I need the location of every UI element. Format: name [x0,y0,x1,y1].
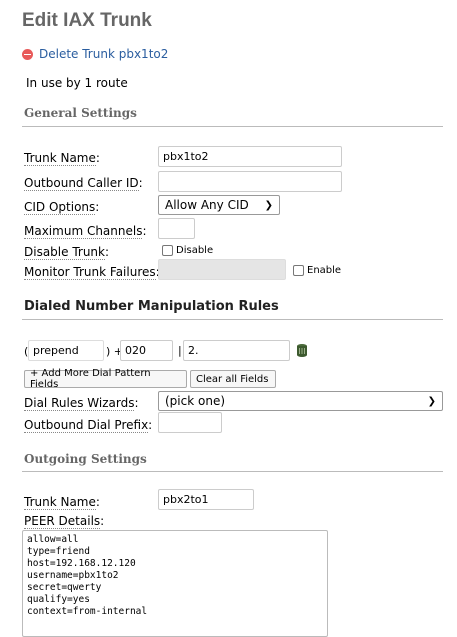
usage-text: In use by 1 route [26,76,128,90]
clear-all-fields-button[interactable]: Clear all Fields [190,370,276,388]
outgoing-settings-divider [22,471,443,472]
outbound-dial-prefix-label: Outbound Dial Prefix: [24,418,153,433]
chevron-down-icon: ❯ [264,199,273,211]
maximum-channels-label: Maximum Channels: [24,224,147,239]
monitor-trunk-failures-label: Monitor Trunk Failures: [24,265,160,280]
outbound-caller-id-input[interactable] [158,171,342,192]
prepend-input[interactable] [28,340,104,361]
maximum-channels-input[interactable] [158,218,195,239]
trunk-name-label: Trunk Name: [24,151,100,166]
delete-trunk-link[interactable]: Delete Trunk pbx1to2 [22,47,168,61]
peer-details-label: PEER Details: [24,514,105,529]
dial-rules-divider [22,319,443,320]
page-title: Edit IAX Trunk [22,10,152,31]
disable-checkbox-box[interactable] [162,245,173,256]
cid-options-select[interactable]: Allow Any CID ❯ [158,195,280,215]
disable-trunk-checkbox[interactable]: Disable [162,245,213,256]
dial-rules-wizards-select[interactable]: (pick one) ❯ [158,391,443,411]
dial-rules-wizards-value: (pick one) [165,394,226,408]
trash-icon[interactable] [296,343,308,357]
cid-options-label: CID Options: [24,200,100,215]
delete-trunk-label: Delete Trunk pbx1to2 [39,47,169,61]
outgoing-settings-heading: Outgoing Settings [24,452,147,466]
monitor-trunk-failures-input[interactable] [158,259,286,280]
pipe-separator: | [178,344,182,357]
remove-circle-icon [22,48,33,60]
outgoing-trunk-name-input[interactable] [158,489,254,510]
enable-checkbox-label: Enable [307,265,342,276]
peer-details-textarea[interactable]: allow=all type=friend host=192.168.12.12… [22,530,328,637]
outbound-caller-id-label: Outbound Caller ID: [24,176,143,191]
add-more-dial-pattern-button[interactable]: + Add More Dial Pattern Fields [24,368,187,390]
chevron-down-icon: ❯ [427,395,436,407]
general-settings-heading: General Settings [24,106,137,120]
enable-checkbox-box[interactable] [293,265,304,276]
enable-monitor-checkbox[interactable]: Enable [293,265,341,276]
outgoing-trunk-name-label: Trunk Name: [24,495,100,510]
disable-checkbox-label: Disable [176,245,214,256]
trunk-name-input[interactable] [158,146,342,167]
dial-rules-heading: Dialed Number Manipulation Rules [24,299,279,314]
general-settings-divider [22,126,443,127]
disable-trunk-label: Disable Trunk: [24,245,110,260]
cid-options-value: Allow Any CID [165,198,249,212]
match-pattern-input[interactable] [183,340,290,361]
dial-rules-wizards-label: Dial Rules Wizards: [24,396,139,411]
outbound-dial-prefix-input[interactable] [158,412,222,433]
prefix-input[interactable] [120,340,173,361]
